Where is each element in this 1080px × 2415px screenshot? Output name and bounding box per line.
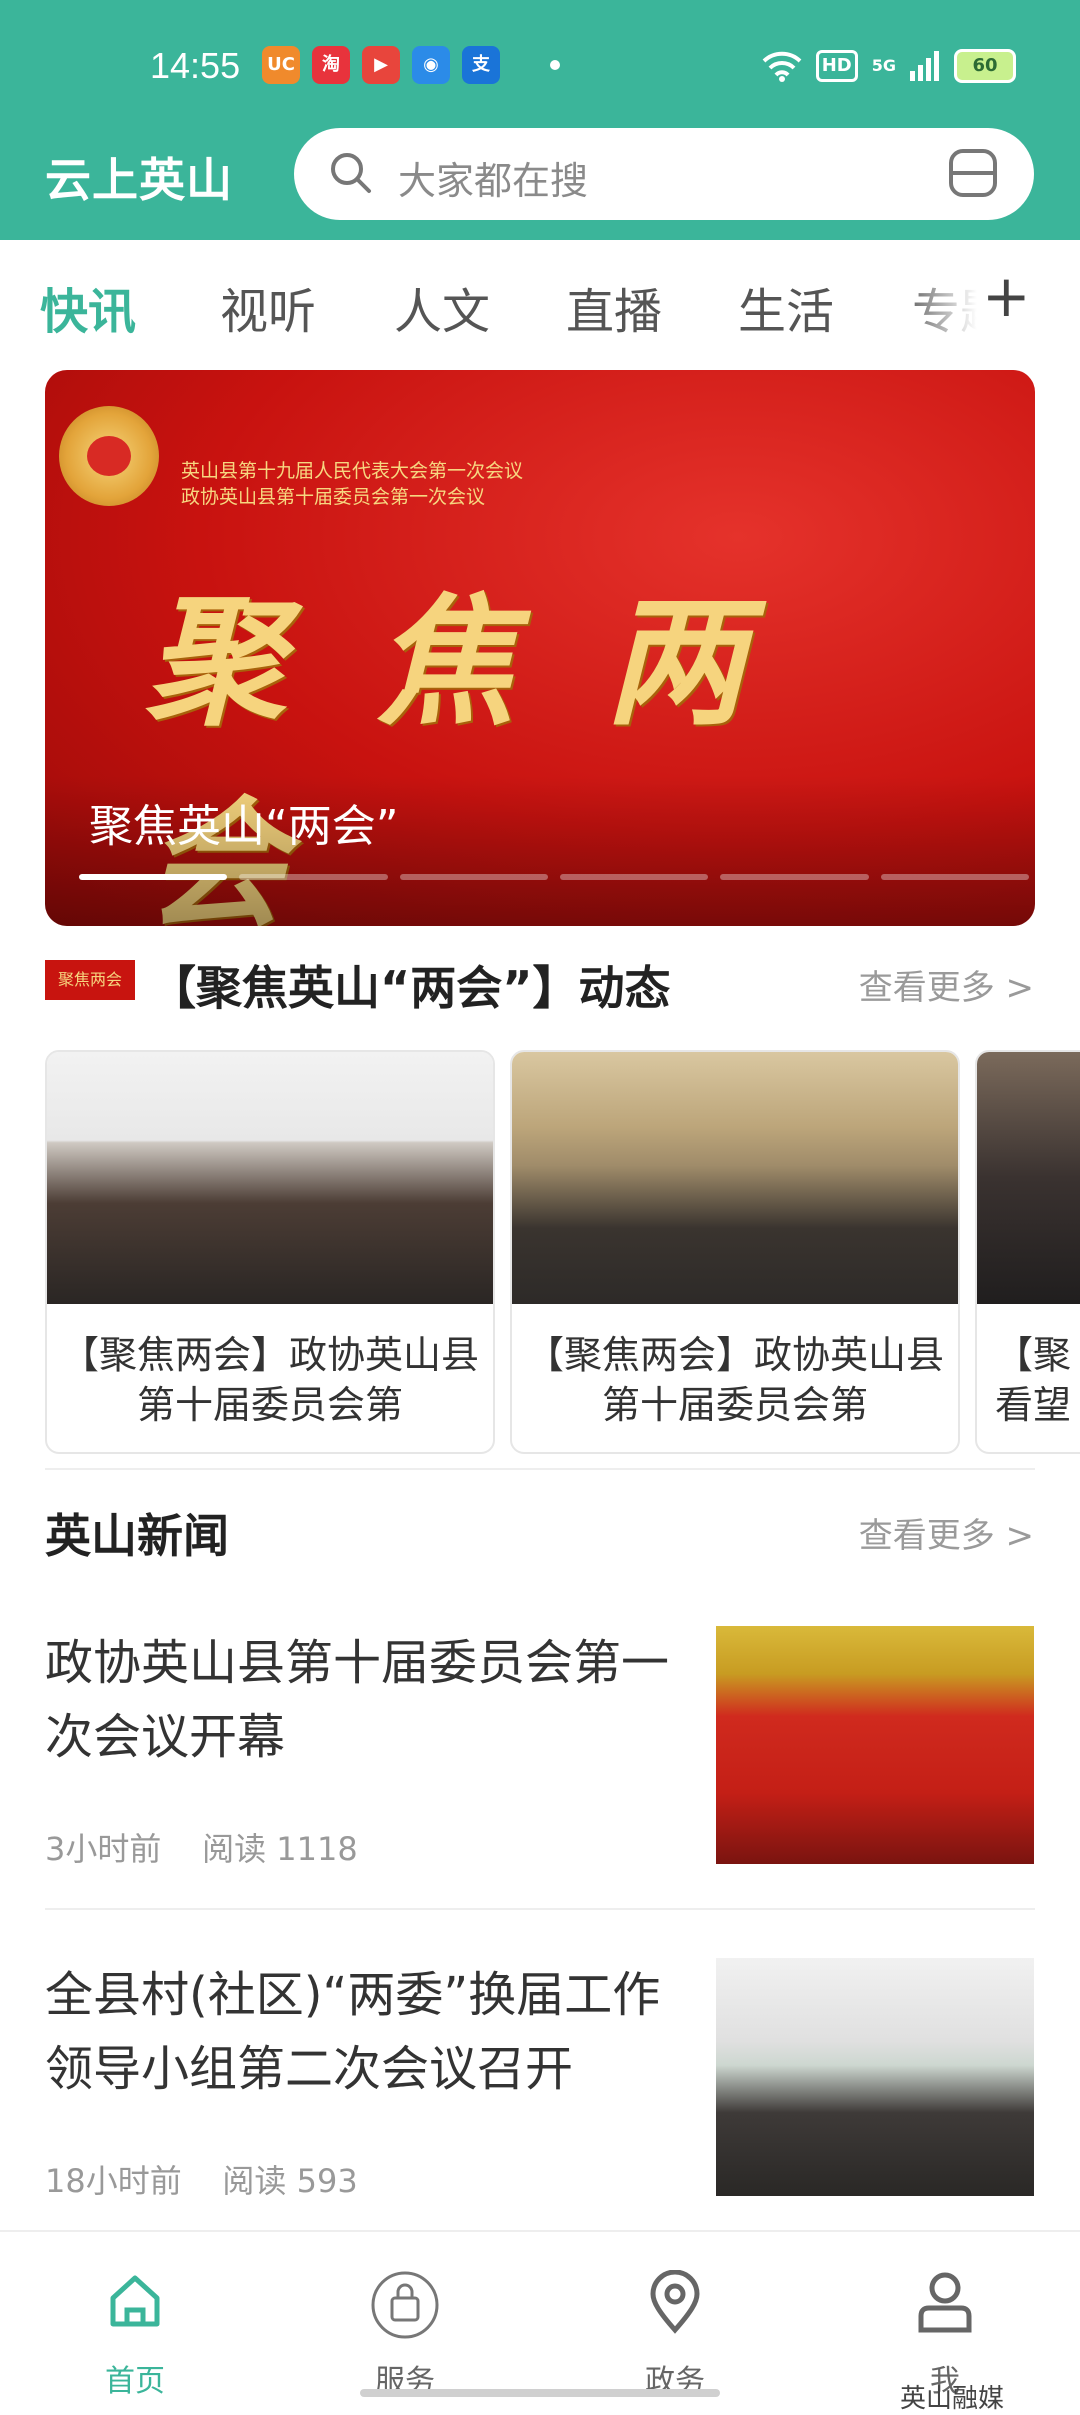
nav-government[interactable]: 政务 [590,2230,760,2400]
add-tab-icon[interactable]: + [982,262,1031,330]
nav-home[interactable]: 首页 [50,2230,220,2400]
home-indicator[interactable] [360,2389,720,2397]
news-item-title[interactable]: 政协英山县第十届委员会第一次会议开幕 [45,1626,685,1774]
wifi-icon [762,51,802,82]
news-reads: 阅读 593 [222,2162,358,2200]
carousel-dot [720,874,869,880]
section-thumbnail-icon: 聚焦两会 [45,960,135,1000]
news-item-image[interactable] [716,1626,1034,1864]
carousel-dot [79,874,228,880]
home-icon [110,2275,160,2327]
banner-line-2: 政协英山县第十届委员会第一次会议 [181,486,486,508]
news-time: 3小时前 [45,1830,162,1868]
section-divider [45,1468,1035,1470]
search-icon [331,153,371,193]
tab-shiting[interactable]: 视听 [220,272,316,342]
search-placeholder: 大家都在搜 [398,159,589,203]
news-card[interactable]: 【聚焦两会】政协英山县第十届委员会第 [45,1050,495,1454]
status-icons: HD 5G 60 [762,46,1016,86]
section-title-yingshan-news: 英山新闻 [45,1509,229,1563]
card-title: 【聚看望 [995,1333,1072,1427]
location-pin-icon [650,2270,700,2334]
scan-icon[interactable] [946,146,1000,200]
tab-renwen[interactable]: 人文 [394,272,490,342]
banner-caption: 聚焦英山“两会” [89,801,399,852]
news-card[interactable]: 【聚看望 [975,1050,1080,1454]
carousel-dot [559,874,709,880]
news-item-meta: 3小时前 阅读 1118 [45,1824,358,1870]
banner-line-1: 英山县第十九届人民代表大会第一次会议 [181,460,524,482]
card-image [512,1052,958,1304]
news-divider [45,1908,1035,1910]
nav-me[interactable]: 我 [860,2230,1030,2400]
news-reads: 阅读 1118 [202,1830,358,1868]
search-bar[interactable]: 大家都在搜 [294,128,1034,220]
hd-indicator: HD [815,50,858,82]
alipay-icon: 支 [462,46,500,84]
card-title: 【聚焦两会】政协英山县第十届委员会第 [60,1333,479,1427]
carousel-dot [239,874,388,880]
view-more-news-link[interactable]: 查看更多 > [859,1508,1034,1557]
carousel-dot [399,874,548,880]
tab-kuaixun[interactable]: 快讯 [40,272,136,342]
bag-icon [371,2271,439,2339]
person-icon [918,2272,972,2333]
app-title: 云上英山 [45,153,233,207]
nav-home-label: 首页 [105,2364,165,2399]
news-card[interactable]: 【聚焦两会】政协英山县第十届委员会第 [510,1050,960,1454]
taobao-icon: 淘 [312,46,350,84]
carousel-indicator [79,874,1029,880]
status-time: 14:55 [150,45,241,86]
browser-app-icon: ◉ [412,46,450,84]
network-type: 5G [871,56,896,75]
news-item-image[interactable] [716,1958,1034,2196]
news-item-title[interactable]: 全县村(社区)“两委”换届工作领导小组第二次会议召开 [45,1958,685,2106]
header-bar: 14:55 UC 淘 ▶ ◉ 支 HD 5G 60 云上英山 大家都在搜 [0,0,1080,240]
video-app-icon: ▶ [362,46,400,84]
card-title: 【聚焦两会】政协英山县第十届委员会第 [525,1333,944,1427]
status-bar: 14:55 UC 淘 ▶ ◉ 支 HD 5G 60 [0,0,1080,135]
section-title-lianghui: 【聚焦英山“两会”】动态 [150,961,671,1015]
news-time: 18小时前 [45,2162,182,2200]
news-item-meta: 18小时前 阅读 593 [45,2156,358,2202]
more-notifications-dot [550,60,560,70]
watermark: 英山融媒 [900,2384,1005,2414]
uc-browser-icon: UC [262,46,300,84]
battery-icon: 60 [954,49,1016,83]
carousel-dot [880,874,1029,880]
cppcc-emblem-icon [59,406,159,506]
tab-shenghuo[interactable]: 生活 [738,272,834,342]
signal-icon [910,51,939,81]
tab-zhibo[interactable]: 直播 [566,272,662,342]
view-more-lianghui-link[interactable]: 查看更多 > [859,960,1034,1009]
card-image [977,1052,1080,1304]
nav-service[interactable]: 服务 [320,2230,490,2400]
banner-carousel[interactable]: 英山县第十九届人民代表大会第一次会议 政协英山县第十届委员会第一次会议 聚焦两会… [45,370,1035,926]
card-image [47,1052,493,1304]
